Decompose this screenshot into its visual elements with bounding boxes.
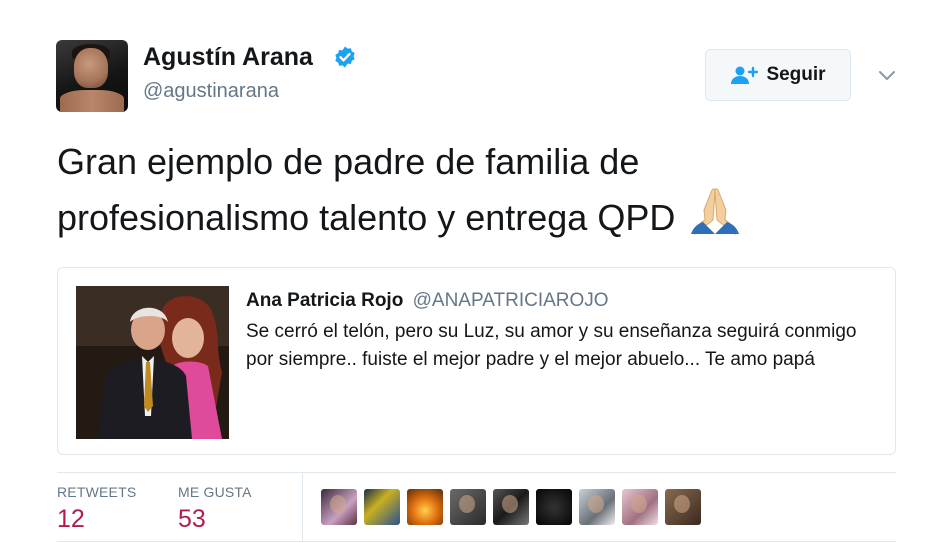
quoted-author-handle: @ANAPATRICIAROJO: [412, 290, 609, 311]
tweet-text: Gran ejemplo de padre de familia de prof…: [57, 141, 676, 238]
quoted-tweet-card[interactable]: Ana Patricia Rojo @ANAPATRICIAROJO Se ce…: [57, 267, 896, 455]
folded-hands-icon: [691, 188, 740, 236]
verified-badge-icon: [335, 46, 355, 68]
quoted-tweet-photo: [76, 286, 229, 439]
retweets-stat[interactable]: RETWEETS 12: [57, 484, 136, 534]
retweets-label: RETWEETS: [57, 484, 137, 500]
follow-button-label: Seguir: [766, 64, 826, 85]
likes-stat[interactable]: ME GUSTA 53: [178, 484, 252, 534]
liker-avatar[interactable]: [536, 489, 572, 525]
follow-button[interactable]: Seguir: [705, 49, 851, 101]
quoted-tweet-author[interactable]: Ana Patricia Rojo @ANAPATRICIAROJO: [246, 290, 609, 312]
stats-divider-bottom: [57, 541, 896, 542]
add-user-icon: [731, 66, 759, 84]
liker-avatar[interactable]: [622, 489, 658, 525]
stats-vertical-divider: [302, 473, 303, 541]
liker-avatars: [321, 489, 701, 525]
liker-avatar[interactable]: [364, 489, 400, 525]
author-avatar[interactable]: [56, 40, 128, 112]
stats-divider-top: [57, 472, 896, 473]
chevron-down-icon[interactable]: [876, 64, 898, 86]
liker-avatar[interactable]: [665, 489, 701, 525]
likes-label: ME GUSTA: [178, 484, 252, 500]
liker-avatar[interactable]: [321, 489, 357, 525]
liker-avatar[interactable]: [493, 489, 529, 525]
avatar-arms: [60, 90, 124, 112]
author-name[interactable]: Agustín Arana: [143, 43, 313, 72]
tweet-body: Gran ejemplo de padre de familia de prof…: [57, 135, 877, 244]
quoted-tweet-text: Se cerró el telón, pero su Luz, su amor …: [246, 321, 857, 370]
likes-count: 53: [178, 505, 206, 533]
liker-avatar[interactable]: [450, 489, 486, 525]
liker-avatar[interactable]: [407, 489, 443, 525]
quoted-author-name: Ana Patricia Rojo: [246, 290, 404, 311]
avatar-face: [74, 48, 108, 88]
liker-avatar[interactable]: [579, 489, 615, 525]
retweets-count: 12: [57, 505, 85, 533]
author-handle[interactable]: @agustinarana: [143, 80, 279, 103]
